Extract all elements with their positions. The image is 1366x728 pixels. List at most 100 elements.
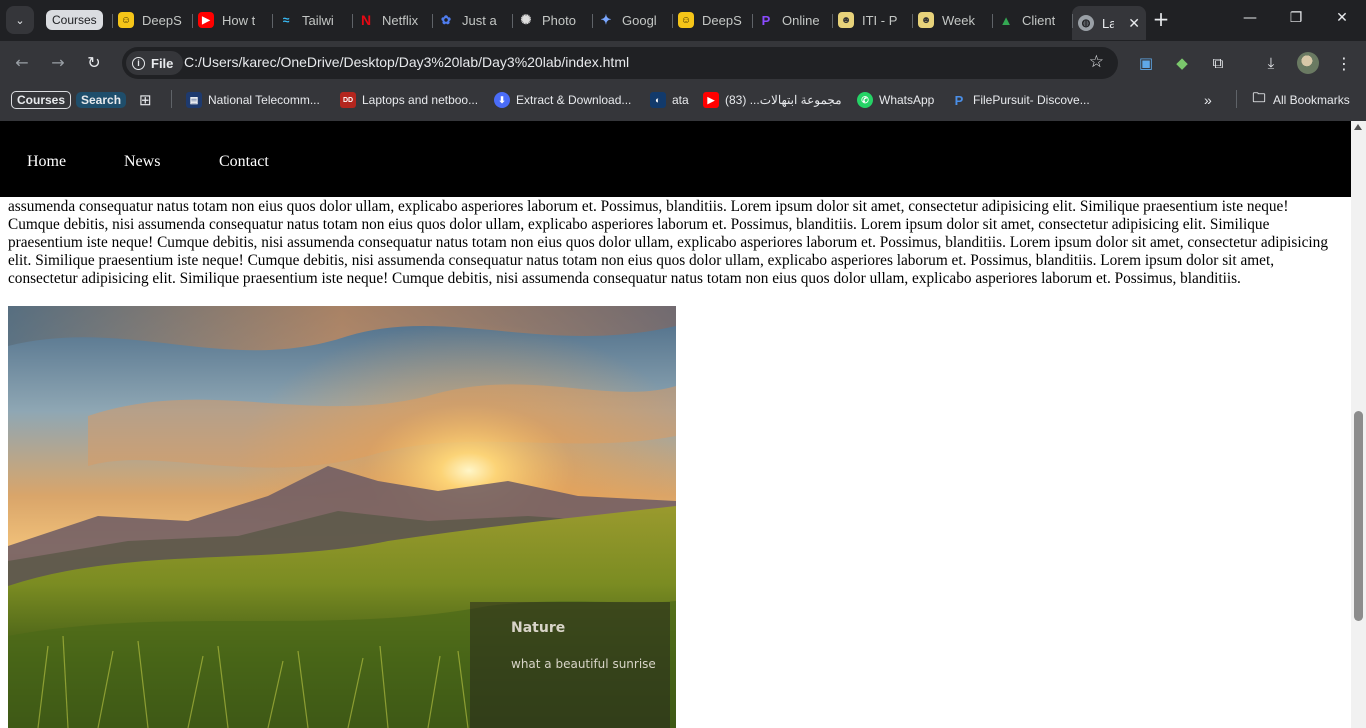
site-navbar: Home News Contact: [0, 121, 1351, 197]
page-scrollbar[interactable]: [1351, 121, 1366, 728]
tab-tailwind[interactable]: ≈ Tailwi: [272, 6, 352, 34]
tab-photo[interactable]: ✺ Photo: [512, 6, 592, 34]
close-tab-icon[interactable]: ✕: [1128, 15, 1140, 32]
reload-button[interactable]: ↻: [83, 52, 105, 74]
openai-icon: ✺: [520, 12, 532, 27]
tab-label: Just a: [462, 12, 497, 28]
filepursuit-icon: P: [954, 92, 964, 108]
bookmarks-bar: Courses Search ⊞ ▤ National Telecomm... …: [0, 85, 1366, 115]
tab-deepseek-2[interactable]: ☺ DeepS: [672, 6, 752, 34]
nav-link-news[interactable]: News: [124, 153, 160, 171]
back-button[interactable]: ←: [11, 52, 33, 74]
bookmark-search[interactable]: Search: [76, 90, 127, 110]
bookmark-label: All Bookmarks: [1273, 93, 1350, 107]
info-icon: i: [132, 56, 145, 70]
tab-online[interactable]: P Online: [752, 6, 832, 34]
tab-search-button[interactable]: ⌄: [6, 6, 34, 34]
download-icon[interactable]: ⤓: [1260, 52, 1282, 74]
bookmark-courses[interactable]: Courses: [11, 90, 72, 110]
tab-label: Week: [942, 12, 975, 28]
tab-label: DeepS: [702, 12, 742, 28]
apps-grid-icon[interactable]: ⊞: [139, 90, 152, 110]
tab-week[interactable]: ☻ Week: [912, 6, 992, 34]
page-viewport: Home News Contact assumenda consequatur …: [0, 121, 1351, 728]
whatsapp-icon: ✆: [857, 92, 873, 108]
bookmark-label: ata: [672, 93, 689, 107]
emoji-icon: ☻: [838, 12, 854, 28]
folder-icon: 🗀: [1252, 90, 1266, 105]
bookmark-national-telecom[interactable]: ▤ National Telecomm...: [186, 90, 320, 110]
nav-link-contact[interactable]: Contact: [219, 153, 269, 171]
forward-button[interactable]: →: [47, 52, 69, 74]
bookmark-filepursuit[interactable]: P FilePursuit- Discove...: [951, 90, 1090, 110]
url-scheme-label: File: [151, 55, 174, 71]
google-drive-icon: ▲: [999, 12, 1013, 28]
youtube-icon: ▶: [198, 12, 214, 28]
bookmarks-divider: [1236, 90, 1237, 108]
address-bar[interactable]: i File C:/Users/karec/OneDrive/Desktop/D…: [122, 47, 1118, 79]
bookmarks-divider: [171, 90, 172, 108]
all-bookmarks-folder[interactable]: 🗀 All Bookmarks: [1251, 90, 1350, 110]
tab-client[interactable]: ▲ Client: [992, 6, 1072, 34]
bookmark-extract-download[interactable]: ⬇ Extract & Download...: [494, 90, 631, 110]
hero-image-card: Nature what a beautiful sunrise: [8, 306, 676, 728]
caption-title: Nature: [511, 620, 566, 636]
smiley-face-icon: ☺: [118, 12, 134, 28]
radio-extension-icon[interactable]: ▣: [1135, 52, 1157, 74]
nav-link-home[interactable]: Home: [27, 153, 66, 171]
menu-dots-icon[interactable]: ⋮: [1333, 52, 1355, 74]
caption-subtitle: what a beautiful sunrise: [511, 657, 656, 671]
tab-label: La: [1102, 15, 1115, 31]
tab-label: DeepS: [142, 12, 182, 28]
purple-p-icon: P: [761, 12, 771, 28]
ntra-icon: ▤: [186, 92, 202, 108]
bookmark-whatsapp[interactable]: ✆ WhatsApp: [857, 90, 934, 110]
bookmark-ata[interactable]: ◐ ata: [650, 90, 689, 110]
more-bookmarks-chevron-icon[interactable]: »: [1204, 90, 1212, 110]
tab-just-a-moment[interactable]: ✿ Just a: [432, 6, 512, 34]
tab-group-label: Courses: [46, 10, 103, 30]
bookmark-laptops[interactable]: DD Laptops and netboo...: [340, 90, 478, 110]
site-info-chip[interactable]: i File: [126, 51, 184, 75]
bookmark-label: Laptops and netboo...: [362, 93, 479, 107]
youtube-icon: ▶: [703, 92, 719, 108]
url-text[interactable]: C:/Users/karec/OneDrive/Desktop/Day3%20l…: [184, 54, 629, 70]
tab-label: Googl: [622, 12, 657, 28]
body-paragraph: assumenda consequatur natus totam non ei…: [8, 198, 1328, 287]
cloudflare-icon: ✿: [440, 13, 452, 27]
tab-deepseek-1[interactable]: ☺ DeepS: [112, 6, 192, 34]
minimize-icon[interactable]: —: [1240, 10, 1260, 26]
bookmark-label: FilePursuit- Discove...: [973, 93, 1090, 107]
tab-label: Online: [782, 12, 820, 28]
bookmark-youtube-playlist[interactable]: ▶ مجموعة ابتهالات... (83): [703, 90, 842, 110]
profile-avatar[interactable]: [1297, 52, 1319, 74]
puzzle-extensions-icon[interactable]: ⧉: [1207, 52, 1229, 74]
close-window-icon[interactable]: ✕: [1332, 10, 1352, 26]
chevron-down-icon: ⌄: [15, 13, 25, 27]
tab-group-courses[interactable]: Courses: [40, 6, 112, 34]
globe-icon: ◍: [1078, 15, 1094, 31]
bookmark-label: WhatsApp: [879, 93, 935, 107]
tab-label: Client: [1022, 12, 1056, 28]
scrollbar-thumb[interactable]: [1354, 411, 1363, 621]
netflix-icon: N: [360, 12, 372, 28]
tab-label: How t: [222, 12, 256, 28]
tailwind-icon: ≈: [282, 13, 290, 27]
gemini-icon: ✦: [600, 12, 612, 27]
extension-icon[interactable]: ◆: [1171, 52, 1193, 74]
bookmark-star-icon[interactable]: ☆: [1089, 52, 1104, 72]
restore-icon[interactable]: ❐: [1286, 10, 1306, 26]
tab-active-local-file[interactable]: ◍ La ✕: [1072, 6, 1146, 40]
tab-google[interactable]: ✦ Googl: [592, 6, 672, 34]
bookmark-label: Extract & Download...: [516, 93, 632, 107]
tab-label: ITI - P: [862, 12, 898, 28]
tab-netflix[interactable]: N Netflix: [352, 6, 432, 34]
tab-label: Tailwi: [302, 12, 334, 28]
tab-youtube[interactable]: ▶ How t: [192, 6, 272, 34]
tab-iti[interactable]: ☻ ITI - P: [832, 6, 912, 34]
scroll-up-arrow-icon[interactable]: [1354, 124, 1362, 130]
emoji-icon: ☻: [918, 12, 934, 28]
browser-toolbar: ← → ↻ i File C:/Users/karec/OneDrive/Des…: [0, 41, 1366, 85]
smiley-face-icon: ☺: [678, 12, 694, 28]
new-tab-button[interactable]: +: [1150, 8, 1172, 30]
